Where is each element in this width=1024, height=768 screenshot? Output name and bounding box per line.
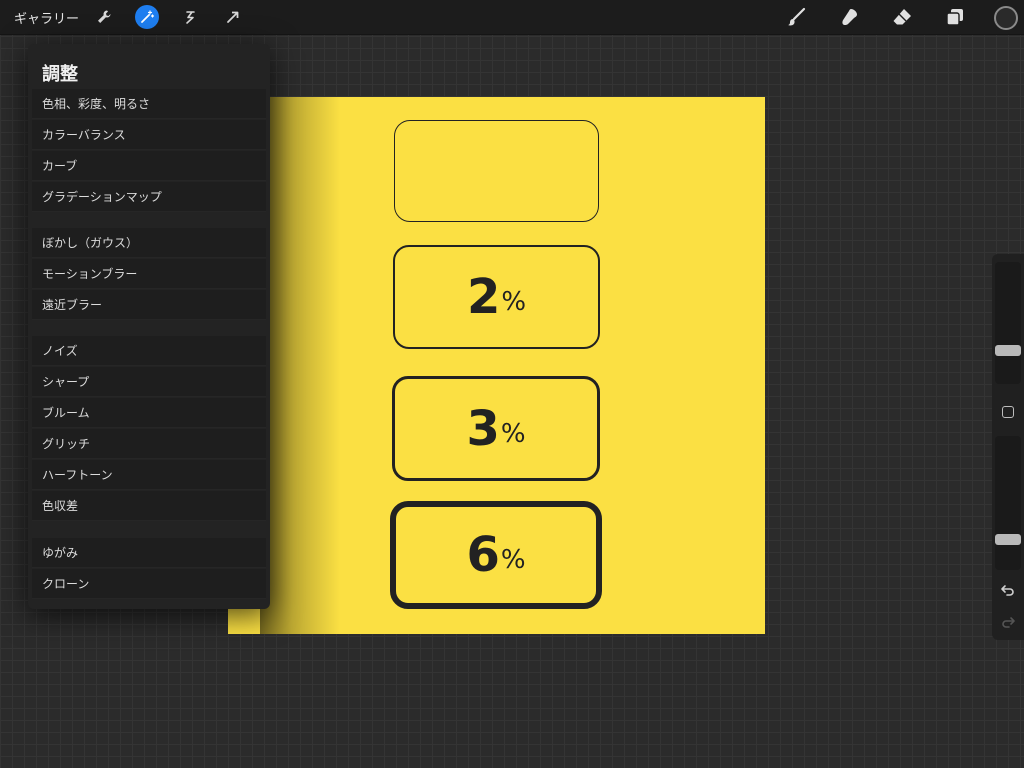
menu-item-halftone[interactable]: ハーフトーン (32, 460, 266, 490)
box-unit: % (500, 545, 526, 575)
box-unit: % (500, 418, 526, 449)
menu-item-perspective-blur[interactable]: 遠近ブラー (32, 290, 266, 320)
panel-shadow (260, 97, 340, 634)
layers-icon[interactable] (943, 5, 967, 29)
adjustments-panel: 調整 色相、彩度、明るさ カラーバランス カーブ グラデーションマップ ぼかし（… (28, 44, 270, 609)
top-toolbar: ギャラリー (0, 0, 1024, 35)
smudge-icon[interactable] (837, 5, 861, 29)
menu-item-motion-blur[interactable]: モーションブラー (32, 259, 266, 289)
selection-icon[interactable] (178, 5, 202, 29)
brush-icon[interactable] (784, 5, 808, 29)
percent-box-2: 2 % (393, 245, 600, 349)
color-picker-swatch[interactable] (994, 6, 1018, 30)
opacity-slider[interactable] (995, 436, 1021, 570)
percent-box-empty (394, 120, 599, 222)
eraser-icon[interactable] (890, 5, 914, 29)
box-number: 6 (466, 527, 499, 583)
opacity-thumb[interactable] (995, 534, 1021, 545)
box-number: 2 (466, 269, 500, 325)
box-unit: % (501, 287, 527, 317)
menu-item-bloom[interactable]: ブルーム (32, 398, 266, 428)
right-sidebar (992, 254, 1024, 640)
menu-item-color-balance[interactable]: カラーバランス (32, 120, 266, 150)
magic-wand-icon[interactable] (135, 5, 159, 29)
menu-item-liquify[interactable]: ゆがみ (32, 538, 266, 568)
brush-size-slider[interactable] (995, 262, 1021, 384)
menu-item-gradient-map[interactable]: グラデーションマップ (32, 182, 266, 212)
redo-icon[interactable] (1000, 614, 1016, 630)
percent-box-3: 3 % (392, 376, 600, 481)
menu-item-noise[interactable]: ノイズ (32, 336, 266, 366)
transform-arrow-icon[interactable] (221, 5, 245, 29)
panel-title: 調整 (42, 64, 78, 85)
brush-size-thumb[interactable] (995, 345, 1021, 356)
wrench-icon[interactable] (92, 5, 116, 29)
gallery-button[interactable]: ギャラリー (14, 8, 79, 27)
menu-item-sharpen[interactable]: シャープ (32, 367, 266, 397)
menu-item-clone[interactable]: クローン (32, 569, 266, 599)
box-number: 3 (466, 400, 499, 457)
modify-button[interactable] (1002, 406, 1014, 418)
menu-item-curves[interactable]: カーブ (32, 151, 266, 181)
undo-icon[interactable] (1000, 582, 1016, 598)
menu-item-hue-saturation-brightness[interactable]: 色相、彩度、明るさ (32, 89, 266, 119)
menu-item-chromatic-aberration[interactable]: 色収差 (32, 491, 266, 521)
menu-item-gaussian-blur[interactable]: ぼかし（ガウス） (32, 228, 266, 258)
percent-box-6: 6 % (390, 501, 602, 609)
menu-item-glitch[interactable]: グリッチ (32, 429, 266, 459)
